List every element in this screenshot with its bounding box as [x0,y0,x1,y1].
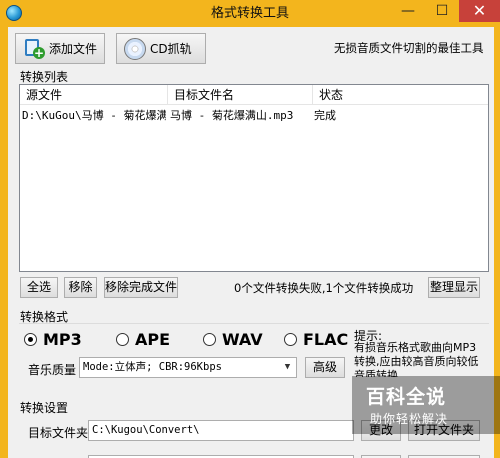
list-row[interactable]: D:\KuGou\马博 - 菊花爆满... 马博 - 菊花爆满山.mp3 完成 [20,107,488,124]
radio-label-flac: FLAC [303,330,349,349]
title-bar[interactable]: 格式转换工具 — ☐ ✕ [0,0,500,27]
add-music-file-icon: + [23,38,45,60]
cd-disc-icon [124,37,146,60]
chevron-down-icon[interactable]: ▼ [279,358,296,377]
add-file-label: 添加文件 [49,42,98,56]
radio-flac[interactable]: FLAC [284,330,348,349]
list-section-title: 转换列表 [20,70,69,84]
row-target: 马博 - 菊花爆满山.mp3 [170,109,294,122]
quality-value: Mode:立体声; CBR:96Kbps [83,361,222,373]
radio-mp3[interactable]: MP3 [24,330,82,349]
radio-ape[interactable]: APE [116,330,170,349]
radio-label-ape: APE [135,330,171,349]
list-header: 源文件 目标文件名 状态 [20,85,488,105]
conversion-list[interactable]: 源文件 目标文件名 状态 D:\KuGou\马博 - 菊花爆满... 马博 - … [19,84,489,272]
settings-section-title: 转换设置 [20,401,69,415]
radio-dot-selected [24,333,37,346]
tidy-display-button[interactable]: 整理显示 [428,277,480,298]
watermark: 百科全说 助你轻松解决 [352,376,500,434]
minimize-button[interactable]: — [391,0,425,22]
column-header-target[interactable]: 目标文件名 [168,85,313,105]
quality-label: 音乐质量 [28,363,77,377]
column-header-status[interactable]: 状态 [313,85,488,105]
watermark-title: 百科全说 [366,386,447,408]
watermark-subtitle: 助你轻松解决 [370,412,449,426]
remove-button[interactable]: 移除 [64,277,97,298]
close-button[interactable]: ✕ [459,0,500,22]
radio-dot [203,333,216,346]
conversion-status-text: 0个文件转换失败,1个文件转换成功 [234,281,414,295]
row-status: 完成 [314,109,336,122]
maximize-button[interactable]: ☐ [425,0,459,22]
tip-body: 有损音乐格式歌曲向MP3转换,应由较高音质向较低音质转换 [354,341,479,377]
radio-dot [284,333,297,346]
cd-rip-label: CD抓轨 [150,42,192,56]
column-header-source[interactable]: 源文件 [20,85,168,105]
add-file-button[interactable]: + 添加文件 [15,33,105,64]
radio-dot [116,333,129,346]
cd-rip-button[interactable]: CD抓轨 [116,33,206,64]
select-all-button[interactable]: 全选 [20,277,58,298]
app-window: 格式转换工具 — ☐ ✕ + 添加文件 CD抓轨 无损音质文件切割的最佳工具 转… [0,0,500,458]
dest-folder-input[interactable]: C:\Kugou\Convert\ [88,420,354,441]
remove-done-button[interactable]: 移除完成文件 [104,277,178,298]
slogan-text: 无损音质文件切割的最佳工具 [334,41,484,55]
advanced-button[interactable]: 高级 [305,357,345,378]
radio-label-mp3: MP3 [43,330,82,349]
radio-label-wav: WAV [222,330,263,349]
dest-folder-label: 目标文件夹 [28,426,89,440]
radio-wav[interactable]: WAV [203,330,263,349]
quality-select[interactable]: Mode:立体声; CBR:96Kbps ▼ [79,357,297,378]
row-source: D:\KuGou\马博 - 菊花爆满... [22,109,166,122]
